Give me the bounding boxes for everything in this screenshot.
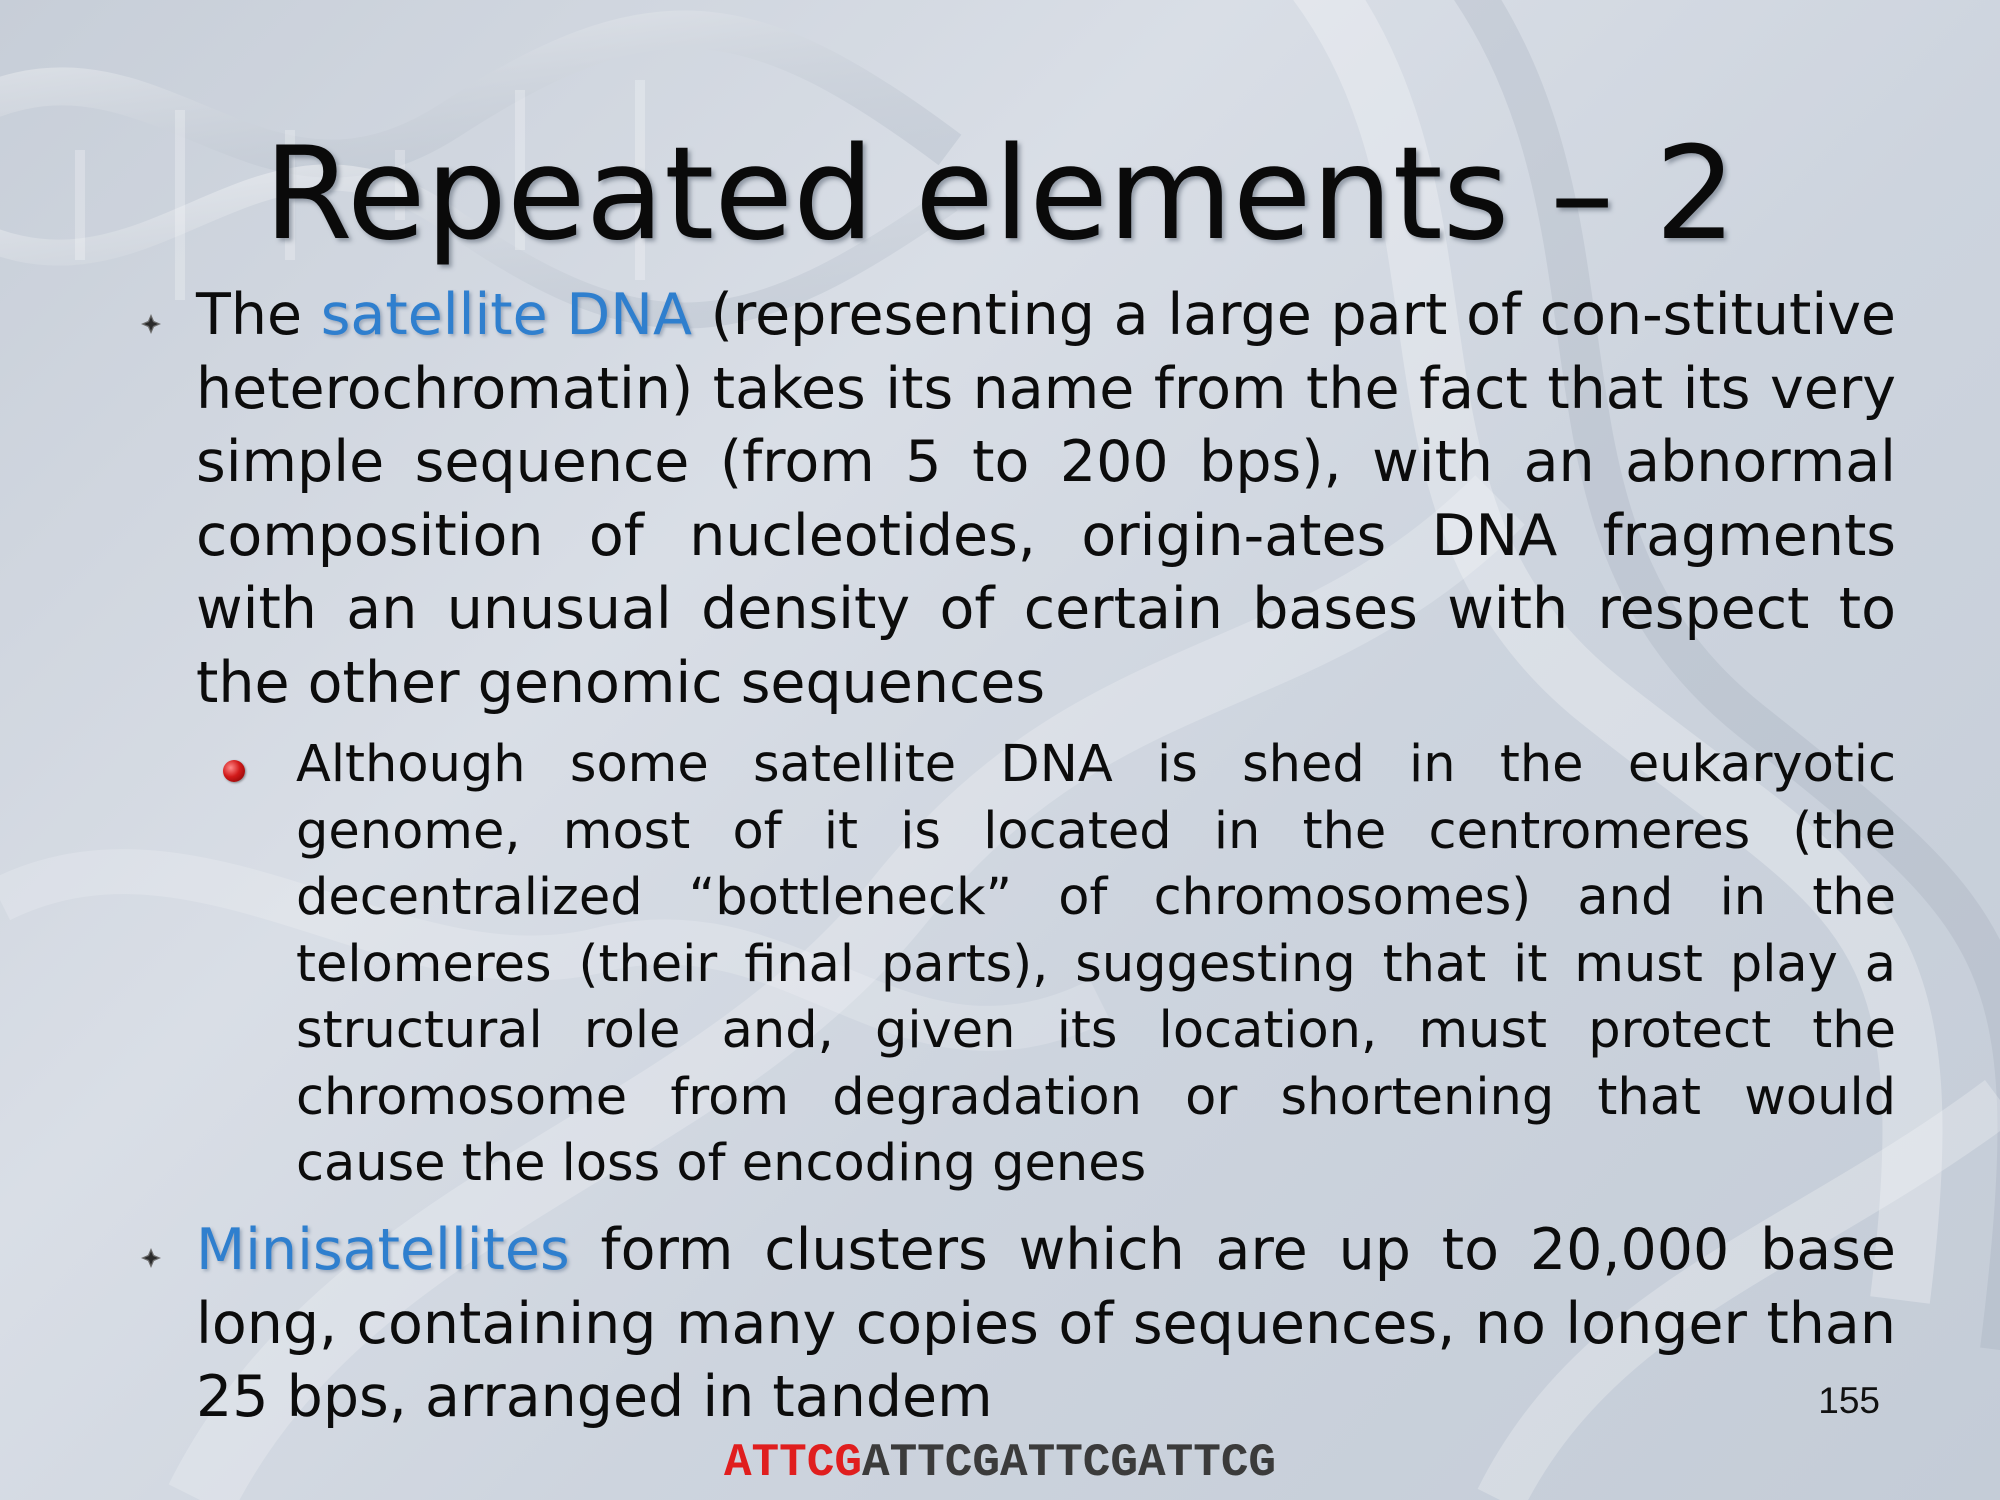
dna-sequence: ATTCGATTCGATTCGATTCG xyxy=(0,1435,2000,1491)
bullet-lead-text: The xyxy=(196,282,321,348)
sequence-remaining-repeats: ATTCGATTCGATTCG xyxy=(861,1437,1277,1489)
highlight-minisatellites: Minisatellites xyxy=(196,1217,570,1283)
diamond-star-bullet-icon xyxy=(141,314,161,334)
red-sphere-bullet-icon xyxy=(223,760,245,782)
bullet-satellite-dna: The satellite DNA (representing a large … xyxy=(196,279,1896,720)
diamond-star-bullet-icon xyxy=(141,1248,161,1268)
bullet-minisatellites: Minisatellites form clusters which are u… xyxy=(196,1214,1896,1435)
slide-title: Repeated elements – 2 xyxy=(263,120,1737,269)
page-number: 155 xyxy=(1818,1380,1880,1421)
sequence-highlighted-repeat: ATTCG xyxy=(723,1437,862,1489)
sub-bullet-satellite-location: Although some satellite DNA is shed in t… xyxy=(296,735,1896,1193)
highlight-satellite-dna: satellite DNA xyxy=(320,282,692,348)
